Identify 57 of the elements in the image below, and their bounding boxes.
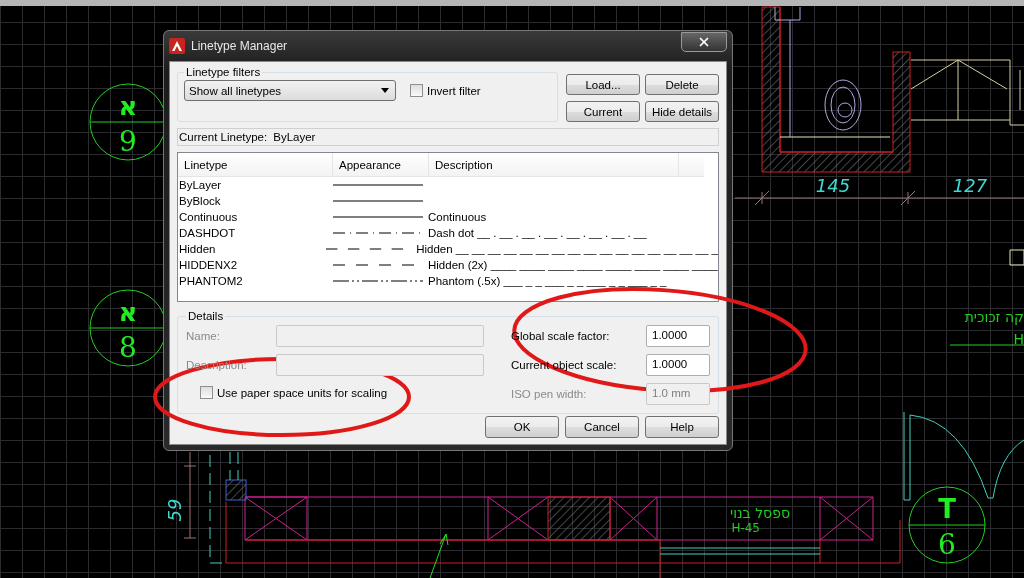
linetype-name: ByBlock <box>178 195 222 207</box>
drawing-label: ספסל בנוי <box>730 505 790 521</box>
input-field[interactable]: 1.0000 <box>646 324 710 347</box>
checkbox-label: Invert filter <box>427 84 481 97</box>
grid-bubble-number: 8 <box>119 331 137 364</box>
invert-filter-checkbox[interactable] <box>410 84 423 97</box>
input-field[interactable] <box>276 324 484 347</box>
drawing-label: קה זכוכית <box>964 309 1024 325</box>
dialog-button[interactable]: OK <box>485 416 559 438</box>
column-header[interactable]: Description <box>429 153 679 176</box>
linetype-description: Continuous <box>428 211 487 223</box>
linetype-name: DASHDOT <box>178 227 237 239</box>
linetype-name: ByLayer <box>178 179 223 191</box>
dialog-button[interactable]: Cancel <box>565 416 639 438</box>
dialog-button[interactable]: Current <box>566 101 640 122</box>
dialog-button[interactable]: Delete <box>645 74 719 95</box>
linetype-name: PHANTOM2 <box>178 275 244 287</box>
input-field[interactable] <box>276 353 484 376</box>
dialog-button[interactable]: Hide details <box>645 101 719 122</box>
dimension-text: 127 <box>952 175 988 196</box>
current-linetype-value: ByLayer <box>273 131 316 143</box>
linetype-description: Phantom (.5x) ___ _ _ ___ _ _ ___ _ _ ___ _ _ <box>428 275 667 287</box>
dimension-text: 59 <box>164 498 185 522</box>
window-title: Linetype Manager <box>191 39 289 53</box>
leader-arrow <box>429 533 449 578</box>
field-label: Name: <box>186 329 220 342</box>
dialog-button[interactable]: Help <box>645 416 719 438</box>
grid-bubble-letter: א <box>118 91 138 121</box>
column-header[interactable]: Appearance <box>333 153 429 176</box>
wall-stub-outline <box>1009 249 1024 266</box>
column-header[interactable]: Linetype <box>178 153 333 176</box>
group-legend: Details <box>186 310 226 322</box>
paper-space-checkbox[interactable] <box>200 386 213 399</box>
linetype-name: Hidden <box>178 243 217 255</box>
group-legend: Linetype filters <box>184 66 263 78</box>
caret-icon <box>381 88 389 93</box>
linetype-description: Hidden (2x) ____ ____ ____ ____ ____ ____ ____ ____ <box>428 259 718 271</box>
drawing-label: H-45 <box>731 521 760 535</box>
close-button[interactable] <box>681 32 727 52</box>
linetype-description: Dash dot __ . __ . __ . __ . __ . __ . __ . __ <box>428 227 647 239</box>
grid-bubble-letter: א <box>118 297 138 327</box>
dimension-text: 145 <box>815 175 851 196</box>
checkbox-label: Use paper space units for scaling <box>217 386 388 399</box>
filter-dropdown[interactable]: Show all linetypes <box>184 80 396 101</box>
linetype-name: HIDDENX2 <box>178 259 239 271</box>
current-linetype-label: Current Linetype: <box>179 131 268 143</box>
grid-bubble-number: 9 <box>119 125 137 158</box>
close-icon <box>697 35 711 49</box>
grid-bubble-letter: T <box>938 494 956 524</box>
input-field[interactable]: 1.0000 <box>646 353 710 376</box>
drawing-label: H <box>1013 331 1024 347</box>
linetype-description: Hidden __ __ __ __ __ __ __ __ __ __ __ __ __ __ __ __ _ <box>416 243 718 255</box>
app-logo-icon <box>169 38 185 54</box>
grid-bubble-number: 6 <box>938 528 956 561</box>
field-label: ISO pen width: <box>511 387 587 400</box>
dialog-button[interactable]: Load... <box>566 74 640 95</box>
linetype-name: Continuous <box>178 211 239 223</box>
